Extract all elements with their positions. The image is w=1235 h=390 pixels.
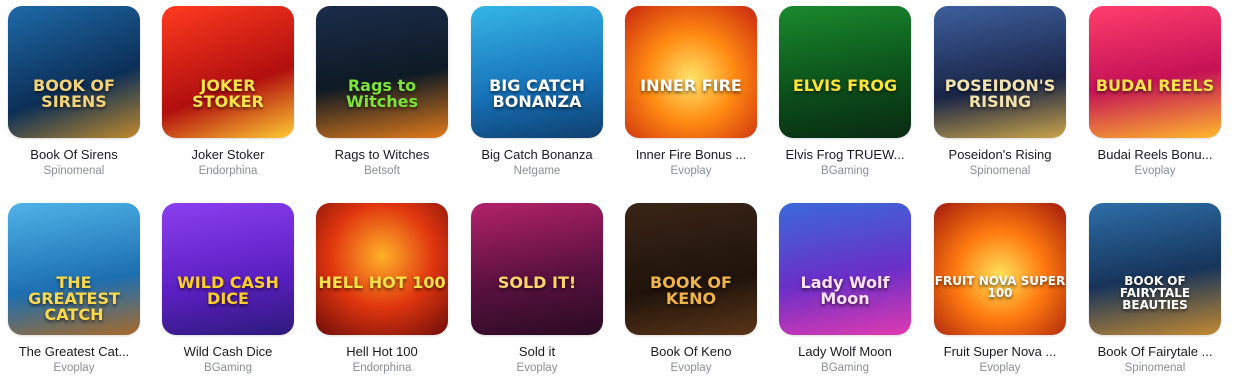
game-logo-art: ELVIS FROG [792,76,898,95]
game-card[interactable]: Lady Wolf Moon Lady Wolf Moon BGaming [775,203,915,374]
game-thumbnail[interactable]: BUDAI REELS [1089,6,1221,138]
game-thumbnail[interactable]: BOOK OF SIRENS [8,6,140,138]
game-provider: Endorphina [198,165,258,177]
game-card[interactable]: POSEIDON'S RISING Poseidon's Rising Spinom… [930,6,1070,177]
game-thumbnail[interactable]: Lady Wolf Moon [779,203,911,335]
game-thumbnail[interactable]: FRUIT NOVA SUPER 100 [934,203,1066,335]
game-provider: Netgame [513,165,561,177]
game-logo-art: INNER FIRE [640,76,742,95]
game-thumbnail[interactable]: HELL HOT 100 [316,203,448,335]
game-thumbnail[interactable]: BOOK OF FAIRYTALE BEAUTIES [1089,203,1221,335]
game-provider: BGaming [821,362,869,374]
game-logo-art: BOOK OF KENO [650,273,732,308]
game-logo-art: THE GREATEST CATCH [28,273,120,324]
game-logo-art: BOOK OF SIRENS [33,76,115,111]
game-thumbnail[interactable]: INNER FIRE [625,6,757,138]
game-provider: BGaming [204,362,252,374]
game-provider: Evoplay [670,362,712,374]
game-title[interactable]: The Greatest Cat... [4,344,144,359]
game-logo-art: FRUIT NOVA SUPER 100 [934,274,1066,300]
game-provider: Spinomenal [969,165,1031,177]
game-card[interactable]: BIG CATCH BONANZA Big Catch Bonanza Netgam… [467,6,607,177]
game-provider: Evoplay [1134,165,1176,177]
game-logo-art: BOOK OF FAIRYTALE BEAUTIES [1119,274,1191,312]
game-title[interactable]: Fruit Super Nova ... [930,344,1070,359]
game-thumbnail[interactable]: WILD CASH DICE [162,203,294,335]
game-thumbnail[interactable]: JOKER STOKER [162,6,294,138]
game-logo-art: WILD CASH DICE [177,273,279,308]
game-provider: Evoplay [53,362,95,374]
game-card[interactable]: HELL HOT 100 Hell Hot 100 Endorphina [312,203,452,374]
game-card[interactable]: BUDAI REELS Budai Reels Bonu... Evoplay [1085,6,1225,177]
game-thumbnail[interactable]: BOOK OF KENO [625,203,757,335]
game-logo-art: BIG CATCH BONANZA [489,76,585,111]
game-title[interactable]: Book Of Keno [621,344,761,359]
game-title[interactable]: Budai Reels Bonu... [1085,147,1225,162]
game-thumbnail[interactable]: THE GREATEST CATCH [8,203,140,335]
game-title[interactable]: Book Of Fairytale ... [1085,344,1225,359]
game-logo-art: Rags to Witches [345,76,419,111]
game-title[interactable]: Hell Hot 100 [312,344,452,359]
game-thumbnail[interactable]: ELVIS FROG [779,6,911,138]
game-card[interactable]: Rags to Witches Rags to Witches Betsoft [312,6,452,177]
game-provider: Evoplay [670,165,712,177]
game-logo-art: JOKER STOKER [192,76,264,111]
game-logo-art: BUDAI REELS [1095,76,1215,95]
game-provider: Evoplay [979,362,1021,374]
game-title[interactable]: Poseidon's Rising [930,147,1070,162]
game-card[interactable]: BOOK OF FAIRYTALE BEAUTIES Book Of Fairyt… [1085,203,1225,374]
game-logo-art: POSEIDON'S RISING [944,76,1056,111]
game-title[interactable]: Inner Fire Bonus ... [621,147,761,162]
game-grid: BOOK OF SIRENS Book Of Sirens Spinomenal JO… [0,0,1235,390]
game-thumbnail[interactable]: POSEIDON'S RISING [934,6,1066,138]
game-title[interactable]: Lady Wolf Moon [775,344,915,359]
game-logo-art: HELL HOT 100 [318,273,446,292]
game-card[interactable]: BOOK OF SIRENS Book Of Sirens Spinomenal [4,6,144,177]
game-card[interactable]: ELVIS FROG Elvis Frog TRUEW... BGaming [775,6,915,177]
game-logo-art: SOLD IT! [497,273,577,292]
game-title[interactable]: Sold it [467,344,607,359]
game-provider: Evoplay [516,362,558,374]
game-provider: Spinomenal [1124,362,1186,374]
game-title[interactable]: Rags to Witches [312,147,452,162]
game-title[interactable]: Big Catch Bonanza [467,147,607,162]
game-provider: Betsoft [364,165,400,177]
game-title[interactable]: Wild Cash Dice [158,344,298,359]
game-logo-art: Lady Wolf Moon [800,273,890,308]
game-card[interactable]: SOLD IT! Sold it Evoplay [467,203,607,374]
game-thumbnail[interactable]: Rags to Witches [316,6,448,138]
game-card[interactable]: JOKER STOKER Joker Stoker Endorphina [158,6,298,177]
game-card[interactable]: WILD CASH DICE Wild Cash Dice BGaming [158,203,298,374]
game-card[interactable]: FRUIT NOVA SUPER 100 Fruit Super Nova ...… [930,203,1070,374]
game-card[interactable]: INNER FIRE Inner Fire Bonus ... Evoplay [621,6,761,177]
game-title[interactable]: Book Of Sirens [4,147,144,162]
game-card[interactable]: BOOK OF KENO Book Of Keno Evoplay [621,203,761,374]
game-thumbnail[interactable]: SOLD IT! [471,203,603,335]
game-card[interactable]: THE GREATEST CATCH The Greatest Cat... Evo… [4,203,144,374]
game-provider: Spinomenal [43,165,105,177]
game-title[interactable]: Elvis Frog TRUEW... [775,147,915,162]
game-provider: Endorphina [352,362,412,374]
game-thumbnail[interactable]: BIG CATCH BONANZA [471,6,603,138]
game-title[interactable]: Joker Stoker [158,147,298,162]
game-provider: BGaming [821,165,869,177]
